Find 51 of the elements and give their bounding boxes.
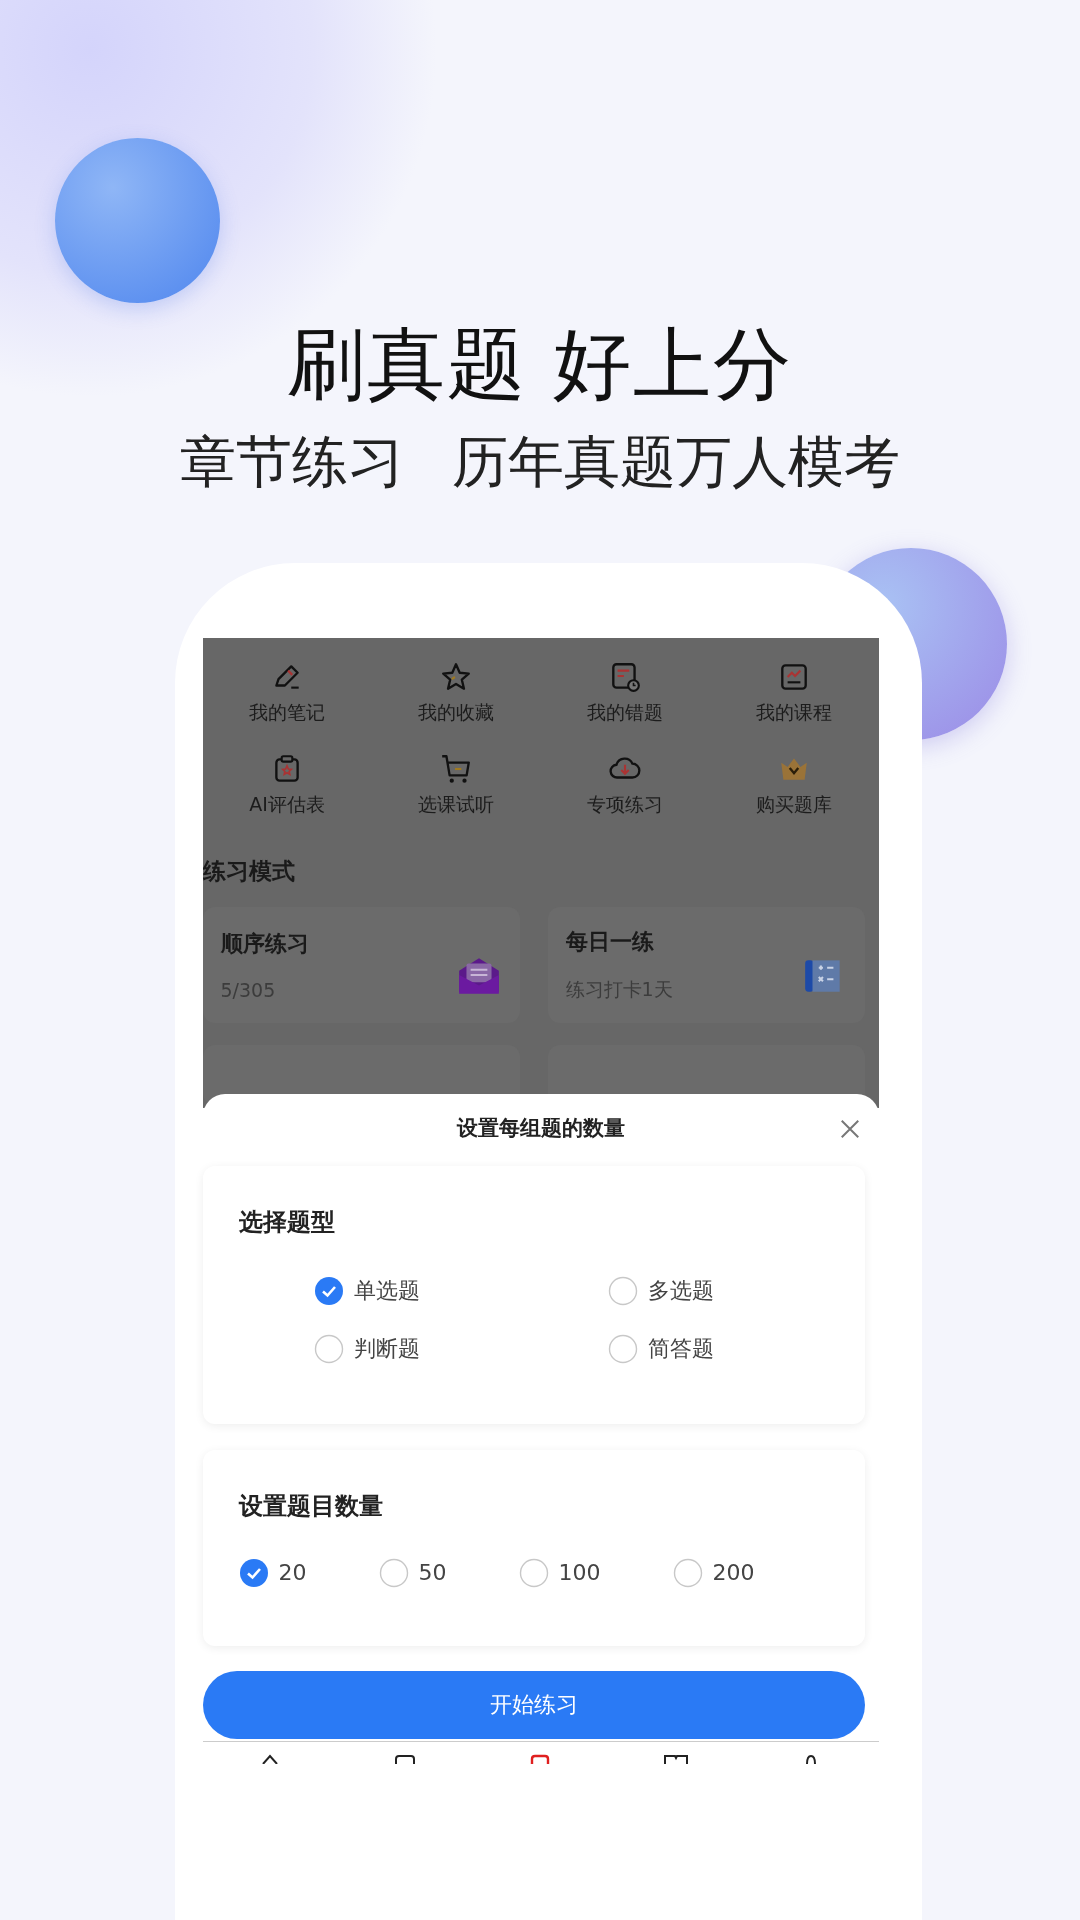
option-label: 50 — [418, 1560, 447, 1586]
option-label: 200 — [712, 1560, 755, 1586]
option-label: 20 — [278, 1560, 307, 1586]
shortcut-item[interactable]: 我的课程 — [709, 659, 879, 726]
radio-button[interactable] — [238, 1557, 269, 1588]
type-option[interactable]: 判断题 — [313, 1333, 608, 1364]
option-label: 单选题 — [353, 1276, 420, 1305]
type-option[interactable]: 简答题 — [607, 1333, 808, 1364]
subheadline: 章节练习 — [180, 427, 404, 495]
radio-button[interactable] — [313, 1333, 344, 1364]
mode-title: 顺序练习 — [220, 929, 309, 958]
shortcut-item[interactable]: 专项练习 — [540, 751, 710, 818]
radio-button[interactable] — [378, 1557, 409, 1588]
shortcut-item[interactable]: 我的收藏 — [371, 659, 541, 726]
type-option[interactable]: 多选题 — [607, 1275, 808, 1306]
shortcut-item[interactable]: 我的错题 — [540, 659, 710, 726]
radio-button[interactable] — [607, 1333, 638, 1364]
shortcut-item[interactable]: AI评估表 — [202, 751, 372, 818]
section-title: 练习模式 — [202, 856, 296, 886]
subheadline: 历年真题万人模考 — [452, 427, 900, 495]
shortcut-label: 专项练习 — [587, 791, 663, 817]
radio-button[interactable] — [672, 1557, 703, 1588]
count-option[interactable]: 100 — [518, 1557, 673, 1588]
shortcut-label: 选课试听 — [418, 791, 494, 817]
radio-button[interactable] — [607, 1275, 638, 1306]
shortcut-label: 我的课程 — [756, 699, 832, 725]
option-label: 多选题 — [647, 1276, 714, 1305]
shortcut-label: AI评估表 — [249, 791, 325, 817]
shortcut-label: 购买题库 — [756, 791, 832, 817]
panel-title: 设置题目数量 — [238, 1490, 384, 1522]
radio-button[interactable] — [518, 1557, 549, 1588]
count-option[interactable]: 200 — [672, 1557, 813, 1588]
option-label: 100 — [558, 1560, 601, 1586]
mode-title: 每日一练 — [565, 927, 655, 956]
shortcut-item[interactable]: 购买题库 — [709, 751, 879, 818]
shortcut-label: 我的收藏 — [418, 699, 494, 725]
shortcut-label: 我的错题 — [587, 699, 663, 725]
count-option[interactable]: 20 — [238, 1557, 379, 1588]
option-label: 简答题 — [647, 1334, 714, 1363]
shortcut-item[interactable]: 我的笔记 — [202, 659, 372, 726]
close-icon[interactable] — [838, 1117, 861, 1140]
panel-title: 选择题型 — [238, 1206, 336, 1238]
type-option[interactable]: 单选题 — [313, 1275, 608, 1306]
count-option[interactable]: 50 — [378, 1557, 519, 1588]
radio-button[interactable] — [313, 1275, 344, 1306]
option-label: 判断题 — [353, 1334, 420, 1363]
headline: 刷真题 好上分 — [286, 318, 794, 411]
shortcut-label: 我的笔记 — [249, 699, 325, 725]
shortcut-item[interactable]: 选课试听 — [371, 751, 541, 818]
start-button[interactable]: 开始练习 — [202, 1670, 865, 1739]
sheet-title: 设置每组题的数量 — [456, 1114, 625, 1142]
